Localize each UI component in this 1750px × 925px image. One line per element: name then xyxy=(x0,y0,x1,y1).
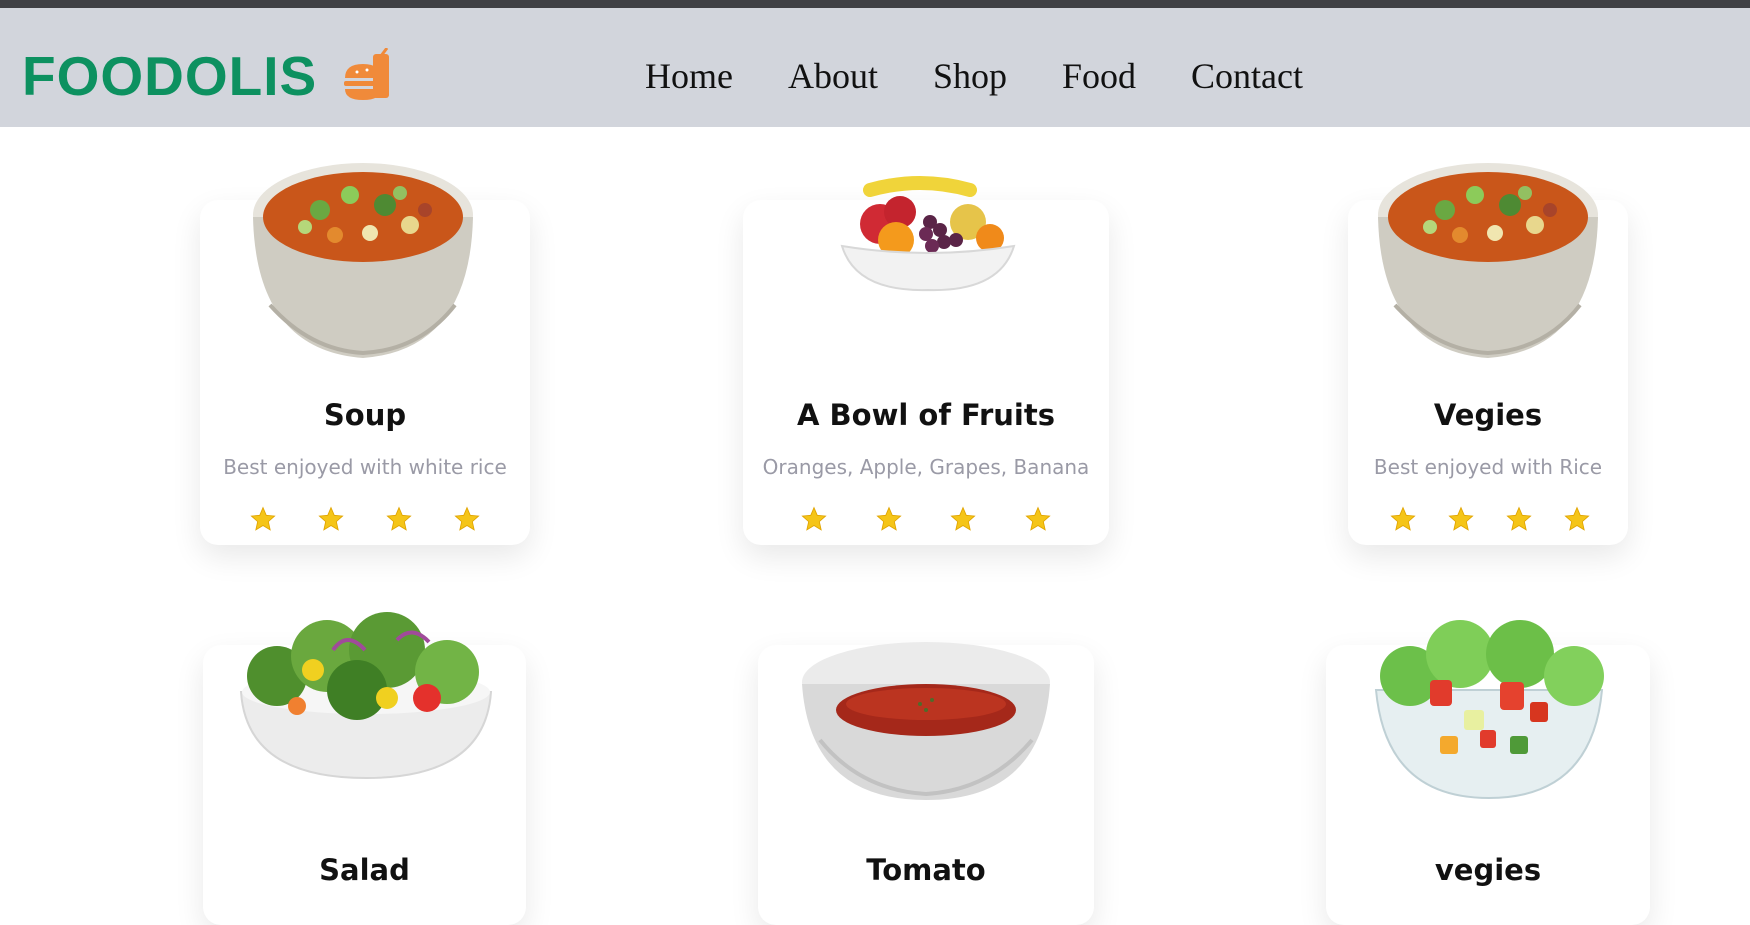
food-card-fruits[interactable]: A Bowl of Fruits Oranges, Apple, Grapes,… xyxy=(743,176,1109,545)
star-icon xyxy=(454,506,480,531)
burger-drink-icon xyxy=(344,48,390,100)
card-description: Best enjoyed with white rice xyxy=(223,455,507,479)
top-strip xyxy=(0,0,1750,8)
card-title: Vegies xyxy=(1433,398,1543,432)
star-icon xyxy=(801,506,827,531)
star-icon xyxy=(250,506,276,531)
nav-food[interactable]: Food xyxy=(1062,46,1136,106)
nav-about[interactable]: About xyxy=(788,46,878,106)
vegetable-soup-image xyxy=(253,163,473,358)
nav-shop[interactable]: Shop xyxy=(933,46,1007,106)
star-icon xyxy=(1390,506,1416,531)
food-card-soup[interactable]: Soup Best enjoyed with white rice xyxy=(200,163,530,545)
star-icon xyxy=(1564,506,1590,531)
nav-home[interactable]: Home xyxy=(645,46,733,106)
tomato-soup-image xyxy=(802,642,1050,800)
main-nav: Home About Shop Food Contact xyxy=(645,46,1358,106)
card-title: Tomato xyxy=(866,853,986,887)
star-icon xyxy=(1448,506,1474,531)
food-card-vegies-salad[interactable]: vegies xyxy=(1326,620,1650,925)
food-card-vegies[interactable]: Vegies Best enjoyed with Rice xyxy=(1348,163,1628,545)
star-icon xyxy=(1025,506,1051,531)
card-description: Oranges, Apple, Grapes, Banana xyxy=(762,455,1090,479)
star-icon xyxy=(386,506,412,531)
card-title: Soup xyxy=(323,398,407,432)
card-title: A Bowl of Fruits xyxy=(797,398,1055,432)
star-icon xyxy=(876,506,902,531)
card-title: vegies xyxy=(1434,853,1542,887)
star-rating xyxy=(1390,506,1590,532)
card-description: Best enjoyed with Rice xyxy=(1373,455,1603,479)
brand-name: FOODOLIS xyxy=(22,45,318,107)
star-icon xyxy=(318,506,344,531)
food-card-tomato[interactable]: Tomato xyxy=(758,642,1094,925)
food-card-salad[interactable]: Salad xyxy=(203,612,526,925)
brand-logo[interactable]: FOODOLIS xyxy=(22,36,395,116)
vegetable-salad-image xyxy=(1374,620,1604,800)
vegetable-soup-image xyxy=(1378,163,1598,358)
star-icon xyxy=(1506,506,1532,531)
star-rating xyxy=(801,506,1051,532)
star-icon xyxy=(950,506,976,531)
star-rating xyxy=(250,506,480,532)
nav-contact[interactable]: Contact xyxy=(1191,46,1303,106)
fruit-bowl-image xyxy=(840,176,1016,292)
green-salad-image xyxy=(239,612,493,780)
card-title: Salad xyxy=(319,853,410,887)
navbar: FOODOLIS Home About Shop Food Contact xyxy=(0,8,1750,127)
